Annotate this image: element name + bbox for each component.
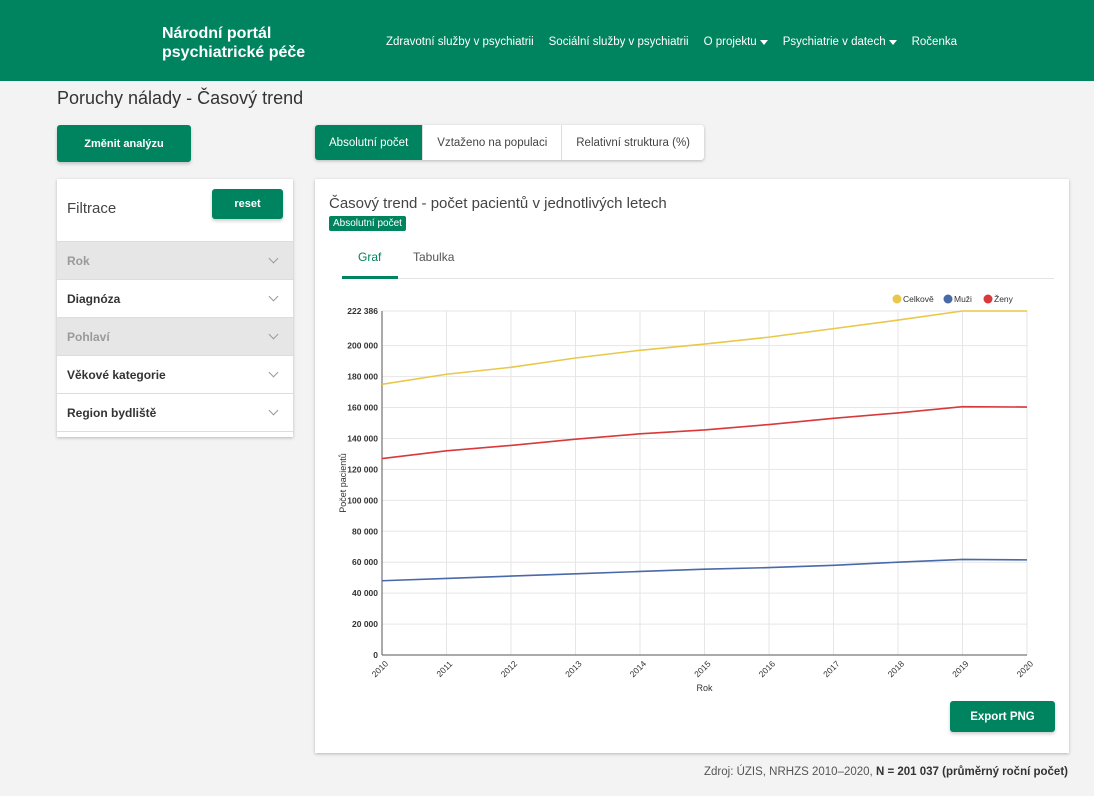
y-tick-label: 200 000: [347, 341, 378, 351]
y-axis-label: Počet pacientů: [338, 453, 348, 513]
x-tick-label: 2012: [499, 658, 520, 679]
nav-zdravotni-sluzby[interactable]: Zdravotní služby v psychiatrii: [386, 36, 534, 48]
y-tick-label: 40 000: [352, 588, 378, 598]
y-tick-label: 80 000: [352, 526, 378, 536]
filter-panel: Filtrace reset Rok Diagnóza Pohlaví Věko…: [57, 179, 293, 437]
x-tick-label: 2016: [757, 658, 778, 679]
x-axis-label: Rok: [696, 683, 713, 693]
x-tick-label: 2020: [1015, 658, 1036, 679]
filter-label: Rok: [67, 253, 90, 268]
filter-diagnoza[interactable]: Diagnóza: [57, 280, 293, 318]
segment-relativni-struktura[interactable]: Relativní struktura (%): [562, 125, 704, 160]
x-tick-label: 2015: [692, 658, 713, 679]
y-tick-label: 140 000: [347, 433, 378, 443]
legend-label: Ženy: [994, 294, 1014, 304]
x-tick-label: 2010: [370, 658, 391, 679]
export-png-button[interactable]: Export PNG: [950, 701, 1055, 732]
filter-rok[interactable]: Rok: [57, 242, 293, 280]
filter-title: Filtrace: [67, 200, 117, 217]
legend-marker: [943, 294, 953, 304]
main-nav: Zdravotní služby v psychiatrii Sociální …: [386, 36, 957, 48]
y-tick-label: 222 386: [347, 306, 378, 316]
filter-label: Věkové kategorie: [67, 367, 166, 382]
x-tick-label: 2019: [950, 658, 971, 679]
change-analysis-button[interactable]: Změnit analýzu: [57, 125, 191, 162]
filter-pohlavi[interactable]: Pohlaví: [57, 318, 293, 356]
nav-rocenka[interactable]: Ročenka: [912, 36, 957, 48]
brand-line-2: psychiatrické péče: [162, 44, 306, 61]
legend-marker: [983, 294, 993, 304]
chevron-down-icon: [268, 291, 279, 302]
legend-label: Celkově: [903, 294, 934, 304]
y-tick-label: 120 000: [347, 464, 378, 474]
top-navigation-bar: Národní portál psychiatrické péče Zdravo…: [0, 0, 1094, 81]
filter-region-bydliste[interactable]: Region bydliště: [57, 394, 293, 432]
nav-o-projektu[interactable]: O projektu: [704, 36, 768, 48]
brand-logo[interactable]: Národní portál psychiatrické péče: [162, 24, 305, 62]
caret-down-icon: [888, 39, 897, 45]
y-tick-label: 160 000: [347, 403, 378, 413]
data-source-note: Zdroj: ÚZIS, NRHZS 2010–2020, N = 201 03…: [704, 766, 1068, 778]
legend-marker: [892, 294, 902, 304]
chevron-down-icon: [268, 253, 279, 264]
chevron-down-icon: [268, 405, 279, 416]
caret-down-icon: [759, 39, 768, 45]
filter-header: Filtrace reset: [57, 179, 293, 242]
filter-label: Diagnóza: [67, 291, 121, 306]
x-tick-label: 2013: [563, 658, 584, 679]
x-tick-label: 2011: [434, 659, 454, 679]
y-tick-label: 0: [373, 650, 378, 660]
view-mode-toggle: Absolutní počet Vztaženo na populaci Rel…: [315, 125, 705, 160]
nav-psychiatrie-v-datech[interactable]: Psychiatrie v datech: [783, 36, 897, 48]
y-tick-label: 100 000: [347, 495, 378, 505]
segment-vztazeno-na-populaci[interactable]: Vztaženo na populaci: [423, 125, 563, 160]
chevron-down-icon: [268, 329, 279, 340]
segment-absolutni-pocet[interactable]: Absolutní počet: [315, 125, 424, 160]
y-tick-label: 60 000: [352, 557, 378, 567]
y-tick-label: 180 000: [347, 372, 378, 382]
line-chart: 0 20 000 40 000 60 000 80 000 100 000 120 000 1…: [338, 294, 1036, 693]
source-count: N = 201 037 (průměrný roční počet): [875, 766, 1068, 778]
chevron-down-icon: [268, 367, 279, 378]
filter-vekove-kategorie[interactable]: Věkové kategorie: [57, 356, 293, 394]
x-tick-label: 2017: [821, 658, 842, 679]
filter-label: Pohlaví: [67, 329, 110, 344]
y-tick-label: 20 000: [352, 619, 378, 629]
page-title: Poruchy nálady - Časový trend: [57, 88, 304, 108]
filter-label: Region bydliště: [67, 405, 157, 420]
reset-button[interactable]: reset: [212, 189, 283, 219]
nav-socialni-sluzby[interactable]: Sociální služby v psychiatrii: [549, 36, 689, 48]
legend-label: Muži: [954, 294, 972, 304]
x-tick-label: 2014: [628, 658, 649, 679]
chart-card: Časový trend - počet pacientů v jednotli…: [315, 179, 1069, 753]
x-tick-label: 2018: [886, 658, 907, 679]
source-text: Zdroj: ÚZIS, NRHZS 2010–2020,: [704, 766, 876, 778]
brand-line-1: Národní portál: [162, 25, 272, 42]
